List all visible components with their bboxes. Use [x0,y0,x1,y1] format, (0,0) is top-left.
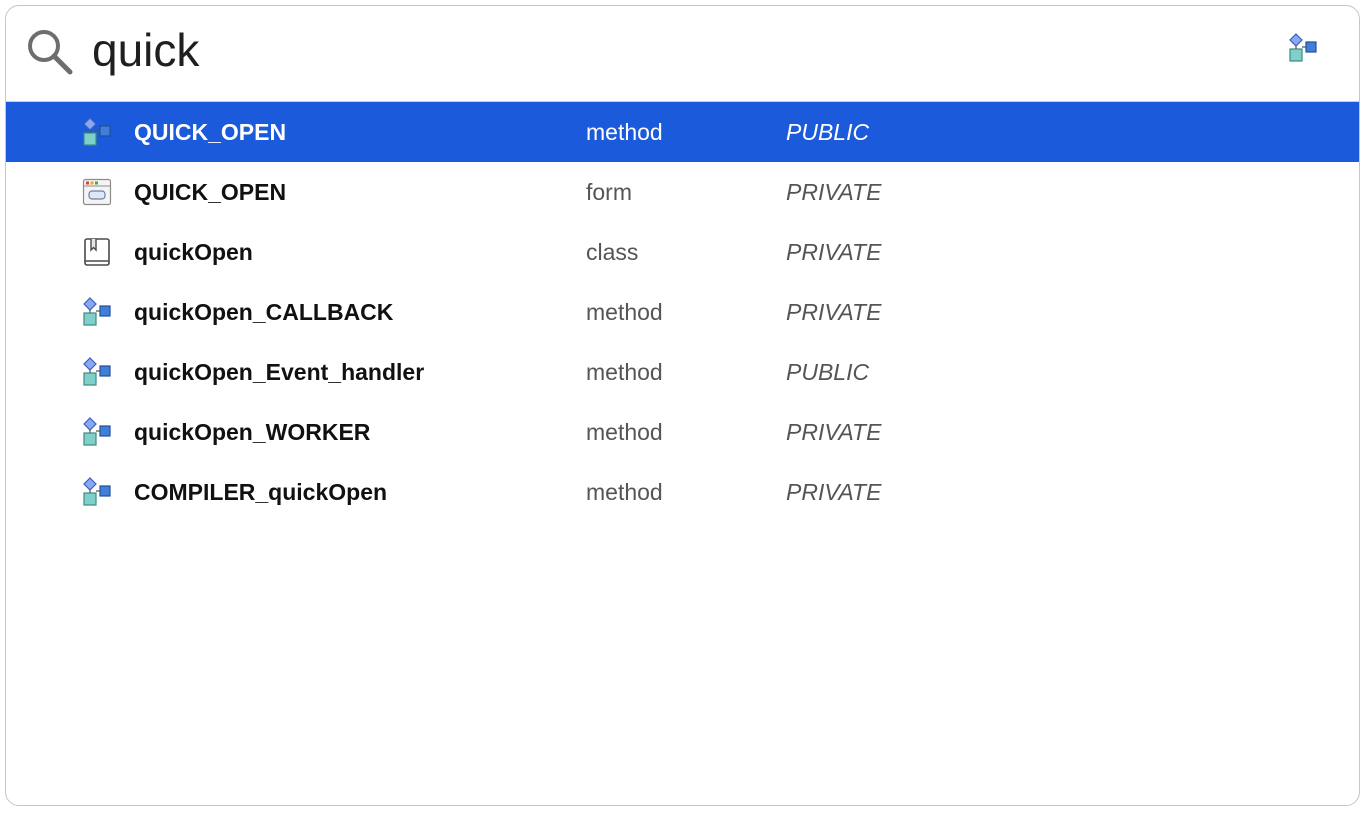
result-name: QUICK_OPEN [134,179,287,205]
result-scope: PRIVATE [786,179,882,205]
result-name: quickOpen_WORKER [134,419,371,445]
search-bar [6,6,1359,102]
method-icon [82,117,112,147]
method-icon [82,417,112,447]
search-icon [28,30,73,75]
search-input[interactable] [92,22,1242,78]
result-row[interactable]: quickOpen_WORKER method PRIVATE [6,402,1359,462]
result-name: QUICK_OPEN [134,119,287,145]
result-row[interactable]: quickOpen_CALLBACK method PRIVATE [6,282,1359,342]
result-type: method [586,359,663,385]
result-scope: PRIVATE [786,419,882,445]
result-scope: PRIVATE [786,479,882,505]
result-scope: PRIVATE [786,299,882,325]
method-icon [82,357,112,387]
results-list: QUICK_OPEN method PUBLIC QUICK_OPEN form PRIV… [6,102,1359,522]
result-scope: PRIVATE [786,239,882,265]
quick-open-panel: QUICK_OPENmethodPUBLICQUICK_OPENformPRIV… [5,5,1360,806]
form-icon [82,177,112,207]
result-row[interactable]: quickOpen_Event_handler method PUBLIC [6,342,1359,402]
result-row[interactable]: COMPILER_quickOpen method PRIVATE [6,462,1359,522]
method-icon [82,297,112,327]
result-row[interactable]: quickOpen class PRIVATE [6,222,1359,282]
result-name: quickOpen [134,239,253,265]
result-row[interactable]: QUICK_OPEN form PRIVATE [6,162,1359,222]
result-type: method [586,119,663,145]
result-name: quickOpen_Event_handler [134,359,425,385]
method-icon[interactable] [1287,32,1319,64]
result-name: COMPILER_quickOpen [134,479,388,505]
result-scope: PUBLIC [786,359,870,385]
result-type: method [586,479,663,505]
result-type: method [586,299,663,325]
result-type: form [586,179,632,205]
result-row[interactable]: QUICK_OPEN method PUBLIC [6,102,1359,162]
class-icon [82,237,112,267]
result-type: class [586,239,639,265]
result-scope: PUBLIC [786,119,870,145]
result-name: quickOpen_CALLBACK [134,299,394,325]
result-type: method [586,419,663,445]
method-icon [82,477,112,507]
